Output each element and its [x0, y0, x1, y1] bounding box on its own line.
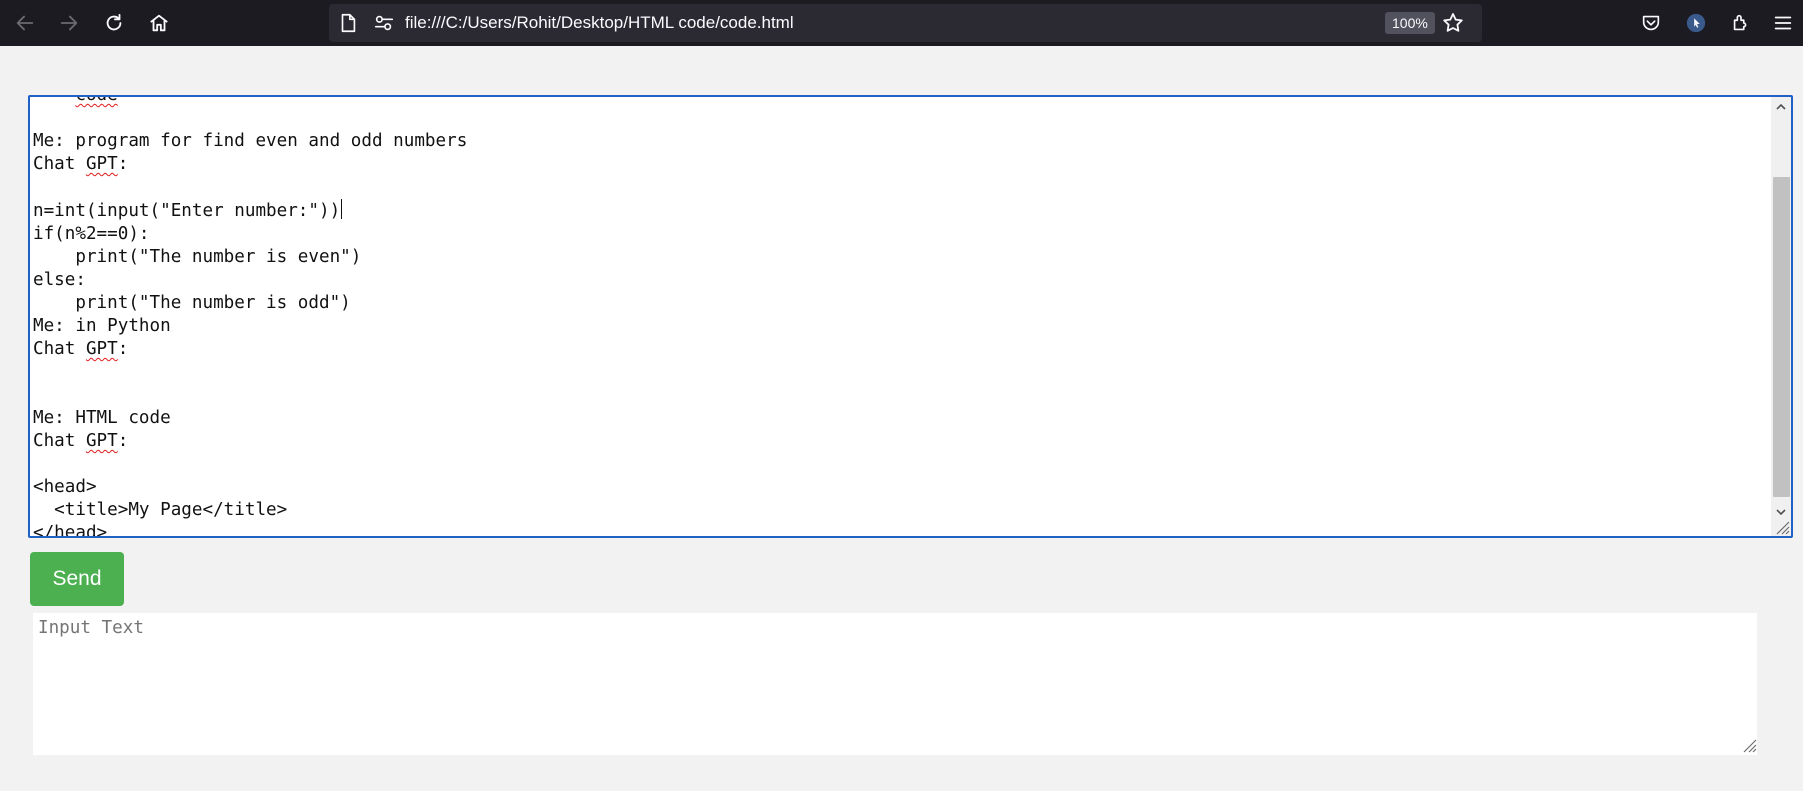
- browser-toolbar: file:///C:/Users/Rohit/Desktop/HTML code…: [0, 0, 1803, 46]
- chat-line: Me: in Python: [33, 316, 171, 336]
- home-icon: [150, 14, 168, 32]
- resize-grip-icon[interactable]: [1741, 737, 1757, 753]
- send-button[interactable]: Send: [30, 552, 124, 606]
- back-icon: [16, 15, 34, 31]
- forward-icon: [60, 15, 78, 31]
- resize-grip-icon[interactable]: [1774, 519, 1790, 535]
- url-bar[interactable]: file:///C:/Users/Rohit/Desktop/HTML code…: [329, 4, 1482, 42]
- page-icon: [341, 13, 356, 33]
- bookmark-star-icon[interactable]: [1441, 11, 1465, 35]
- chat-line-gpt: Chat GPT:: [33, 431, 129, 451]
- profile-button[interactable]: [1679, 6, 1713, 40]
- spellcheck-word: GPT: [85, 339, 118, 359]
- chat-line: print("The number is odd"): [33, 293, 351, 313]
- chat-line-gpt: Chat GPT:: [33, 339, 129, 359]
- pocket-button[interactable]: [1634, 6, 1668, 40]
- profile-icon: [1686, 13, 1706, 33]
- chevron-up-icon: [1776, 103, 1786, 110]
- chat-line: Me: program for find even and odd number…: [33, 131, 468, 151]
- menu-button[interactable]: [1766, 6, 1800, 40]
- chat-line: else:: [33, 270, 86, 290]
- chat-line: if(n%2==0):: [33, 224, 150, 244]
- permissions-icon[interactable]: [373, 12, 395, 34]
- chevron-down-icon: [1776, 509, 1786, 516]
- page-body: code Me: program for find even and odd n…: [6, 58, 1803, 791]
- spellcheck-word: GPT: [85, 431, 118, 451]
- chat-line: n=int(input("Enter number:")): [33, 201, 341, 221]
- spellcheck-word: GPT: [85, 154, 118, 174]
- text-caret: [341, 199, 343, 219]
- chat-line: </head>: [33, 523, 108, 538]
- chat-line-gpt: Chat GPT:: [33, 154, 129, 174]
- chat-line: print("The number is even"): [33, 247, 362, 267]
- chat-history-text: code Me: program for find even and odd n…: [33, 95, 1763, 538]
- input-text-field[interactable]: [33, 613, 1757, 755]
- url-text[interactable]: file:///C:/Users/Rohit/Desktop/HTML code…: [405, 4, 794, 42]
- extensions-icon: [1733, 14, 1747, 31]
- scroll-up-button[interactable]: [1771, 97, 1791, 117]
- scroll-thumb[interactable]: [1773, 177, 1790, 497]
- menu-icon: [1774, 16, 1792, 30]
- chat-scrollbar[interactable]: [1771, 97, 1791, 536]
- extensions-button[interactable]: [1724, 6, 1758, 40]
- chat-line: <title>My Page</title>: [33, 500, 288, 520]
- chat-line: <head>: [33, 477, 97, 497]
- chat-history-textarea[interactable]: code Me: program for find even and odd n…: [28, 95, 1793, 538]
- zoom-level-badge[interactable]: 100%: [1385, 12, 1435, 34]
- home-button[interactable]: [142, 6, 176, 40]
- chat-line: Me: HTML code: [33, 408, 171, 428]
- pocket-icon: [1642, 15, 1660, 31]
- reload-icon: [106, 13, 122, 31]
- forward-button[interactable]: [52, 6, 86, 40]
- back-button[interactable]: [8, 6, 42, 40]
- chat-line-partial: code: [75, 95, 118, 105]
- reload-button[interactable]: [97, 6, 131, 40]
